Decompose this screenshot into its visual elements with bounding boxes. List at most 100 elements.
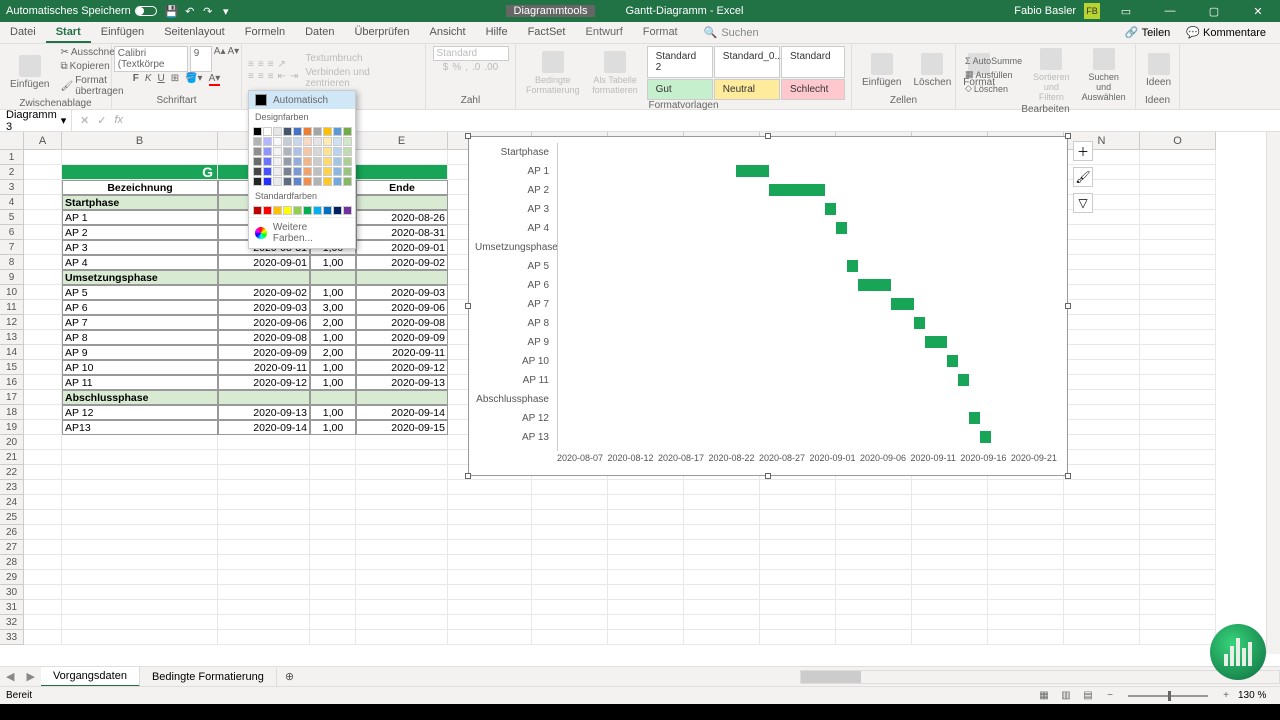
- share-button[interactable]: 🔗Teilen: [1119, 24, 1176, 41]
- gantt-bar[interactable]: [847, 260, 858, 272]
- ribbon-display-icon[interactable]: ▭: [1108, 5, 1144, 18]
- color-swatch[interactable]: [273, 147, 282, 156]
- delete-cells-button[interactable]: Löschen: [909, 51, 955, 90]
- style-standard0[interactable]: Standard_0...: [714, 46, 780, 78]
- color-swatch[interactable]: [323, 206, 332, 215]
- color-swatch[interactable]: [263, 147, 272, 156]
- save-icon[interactable]: 💾: [163, 5, 181, 18]
- color-swatch[interactable]: [333, 127, 342, 136]
- color-swatch[interactable]: [273, 127, 282, 136]
- vertical-scrollbar[interactable]: [1266, 132, 1280, 654]
- tab-datei[interactable]: Datei: [0, 22, 46, 43]
- add-sheet-button[interactable]: ⊕: [277, 670, 302, 683]
- color-swatch[interactable]: [303, 167, 312, 176]
- tell-me-search[interactable]: 🔍 Suchen: [704, 22, 759, 43]
- color-swatch[interactable]: [263, 127, 272, 136]
- color-swatch[interactable]: [343, 157, 352, 166]
- tab-formeln[interactable]: Formeln: [235, 22, 295, 43]
- autosum-button[interactable]: ΣAutoSumme: [962, 55, 1025, 67]
- fill-color-button[interactable]: 🪣▾: [185, 73, 202, 86]
- chart-styles-button[interactable]: 🖌: [1073, 167, 1093, 187]
- tab-seitenlayout[interactable]: Seitenlayout: [154, 22, 235, 43]
- color-swatch[interactable]: [323, 137, 332, 146]
- row-header[interactable]: 33: [0, 630, 24, 645]
- row-header[interactable]: 26: [0, 525, 24, 540]
- row-header[interactable]: 22: [0, 465, 24, 480]
- row-header[interactable]: 6: [0, 225, 24, 240]
- row-header[interactable]: 1: [0, 150, 24, 165]
- color-swatch[interactable]: [313, 137, 322, 146]
- cond-format-button[interactable]: Bedingte Formatierung: [522, 49, 584, 97]
- wrap-text-button[interactable]: Textumbruch: [302, 52, 419, 65]
- color-swatch[interactable]: [293, 127, 302, 136]
- qat-more-icon[interactable]: ▾: [217, 5, 235, 18]
- color-swatch[interactable]: [333, 206, 342, 215]
- style-schlecht[interactable]: Schlecht: [781, 79, 845, 100]
- undo-icon[interactable]: ↶: [181, 5, 199, 18]
- color-swatch[interactable]: [343, 177, 352, 186]
- row-header[interactable]: 28: [0, 555, 24, 570]
- row-header[interactable]: 3: [0, 180, 24, 195]
- row-header[interactable]: 19: [0, 420, 24, 435]
- format-table-button[interactable]: Als Tabelle formatieren: [588, 49, 643, 97]
- worksheet-grid[interactable]: ABCDEFGHIJKLMNO 123456789101112131415161…: [0, 132, 1280, 654]
- ideas-button[interactable]: Ideen: [1142, 51, 1175, 90]
- sort-filter-button[interactable]: Sortieren und Filtern: [1029, 46, 1074, 104]
- fill-button[interactable]: ▦Ausfüllen: [962, 68, 1025, 81]
- color-swatch[interactable]: [283, 147, 292, 156]
- color-swatch[interactable]: [253, 206, 262, 215]
- align-left-icon[interactable]: ≡: [248, 71, 254, 82]
- row-header[interactable]: 11: [0, 300, 24, 315]
- color-swatch[interactable]: [273, 137, 282, 146]
- row-header[interactable]: 8: [0, 255, 24, 270]
- align-center-icon[interactable]: ≡: [258, 71, 264, 82]
- color-swatch[interactable]: [303, 137, 312, 146]
- gantt-bar[interactable]: [958, 374, 969, 386]
- row-header[interactable]: 5: [0, 210, 24, 225]
- zoom-level[interactable]: 130 %: [1238, 690, 1274, 701]
- col-header[interactable]: A: [24, 132, 62, 150]
- color-swatch[interactable]: [303, 177, 312, 186]
- color-swatch[interactable]: [333, 177, 342, 186]
- align-bot-icon[interactable]: ≡: [268, 59, 274, 70]
- resize-handle[interactable]: [1065, 133, 1071, 139]
- find-select-button[interactable]: Suchen und Auswählen: [1078, 46, 1130, 104]
- color-swatch[interactable]: [253, 147, 262, 156]
- row-header[interactable]: 15: [0, 360, 24, 375]
- color-swatch[interactable]: [343, 167, 352, 176]
- row-header[interactable]: 17: [0, 390, 24, 405]
- zoom-slider[interactable]: [1128, 695, 1208, 697]
- color-swatch[interactable]: [323, 157, 332, 166]
- color-swatch[interactable]: [343, 127, 352, 136]
- color-swatch[interactable]: [343, 147, 352, 156]
- chart-object[interactable]: ＋ 🖌 ▽ StartphaseAP 1AP 2AP 3AP 4Umsetzun…: [468, 136, 1068, 476]
- color-swatch[interactable]: [313, 206, 322, 215]
- color-swatch[interactable]: [273, 206, 282, 215]
- color-automatic[interactable]: Automatisch: [249, 91, 355, 109]
- minimize-icon[interactable]: —: [1152, 5, 1188, 17]
- tab-hilfe[interactable]: Hilfe: [476, 22, 518, 43]
- color-swatch[interactable]: [293, 157, 302, 166]
- align-right-icon[interactable]: ≡: [268, 71, 274, 82]
- color-swatch[interactable]: [283, 167, 292, 176]
- color-swatch[interactable]: [323, 127, 332, 136]
- color-swatch[interactable]: [253, 167, 262, 176]
- chart-filters-button[interactable]: ▽: [1073, 193, 1093, 213]
- row-header[interactable]: 10: [0, 285, 24, 300]
- color-swatch[interactable]: [273, 177, 282, 186]
- sheet-nav-next-icon[interactable]: ▶: [20, 670, 40, 683]
- bold-button[interactable]: F: [133, 73, 139, 86]
- color-swatch[interactable]: [283, 177, 292, 186]
- color-swatch[interactable]: [263, 177, 272, 186]
- tab-überprüfen[interactable]: Überprüfen: [344, 22, 419, 43]
- inc-decimal-icon[interactable]: .0: [472, 62, 480, 73]
- sheet-tab-active[interactable]: Vorgangsdaten: [41, 667, 140, 687]
- tab-entwurf[interactable]: Entwurf: [575, 22, 632, 43]
- toggle-icon[interactable]: [135, 6, 157, 16]
- comments-button[interactable]: 💬Kommentare: [1180, 24, 1272, 41]
- style-neutral[interactable]: Neutral: [714, 79, 780, 100]
- color-swatch[interactable]: [253, 157, 262, 166]
- enter-formula-icon[interactable]: ✓: [97, 114, 106, 127]
- row-header[interactable]: 32: [0, 615, 24, 630]
- italic-button[interactable]: K: [145, 73, 152, 86]
